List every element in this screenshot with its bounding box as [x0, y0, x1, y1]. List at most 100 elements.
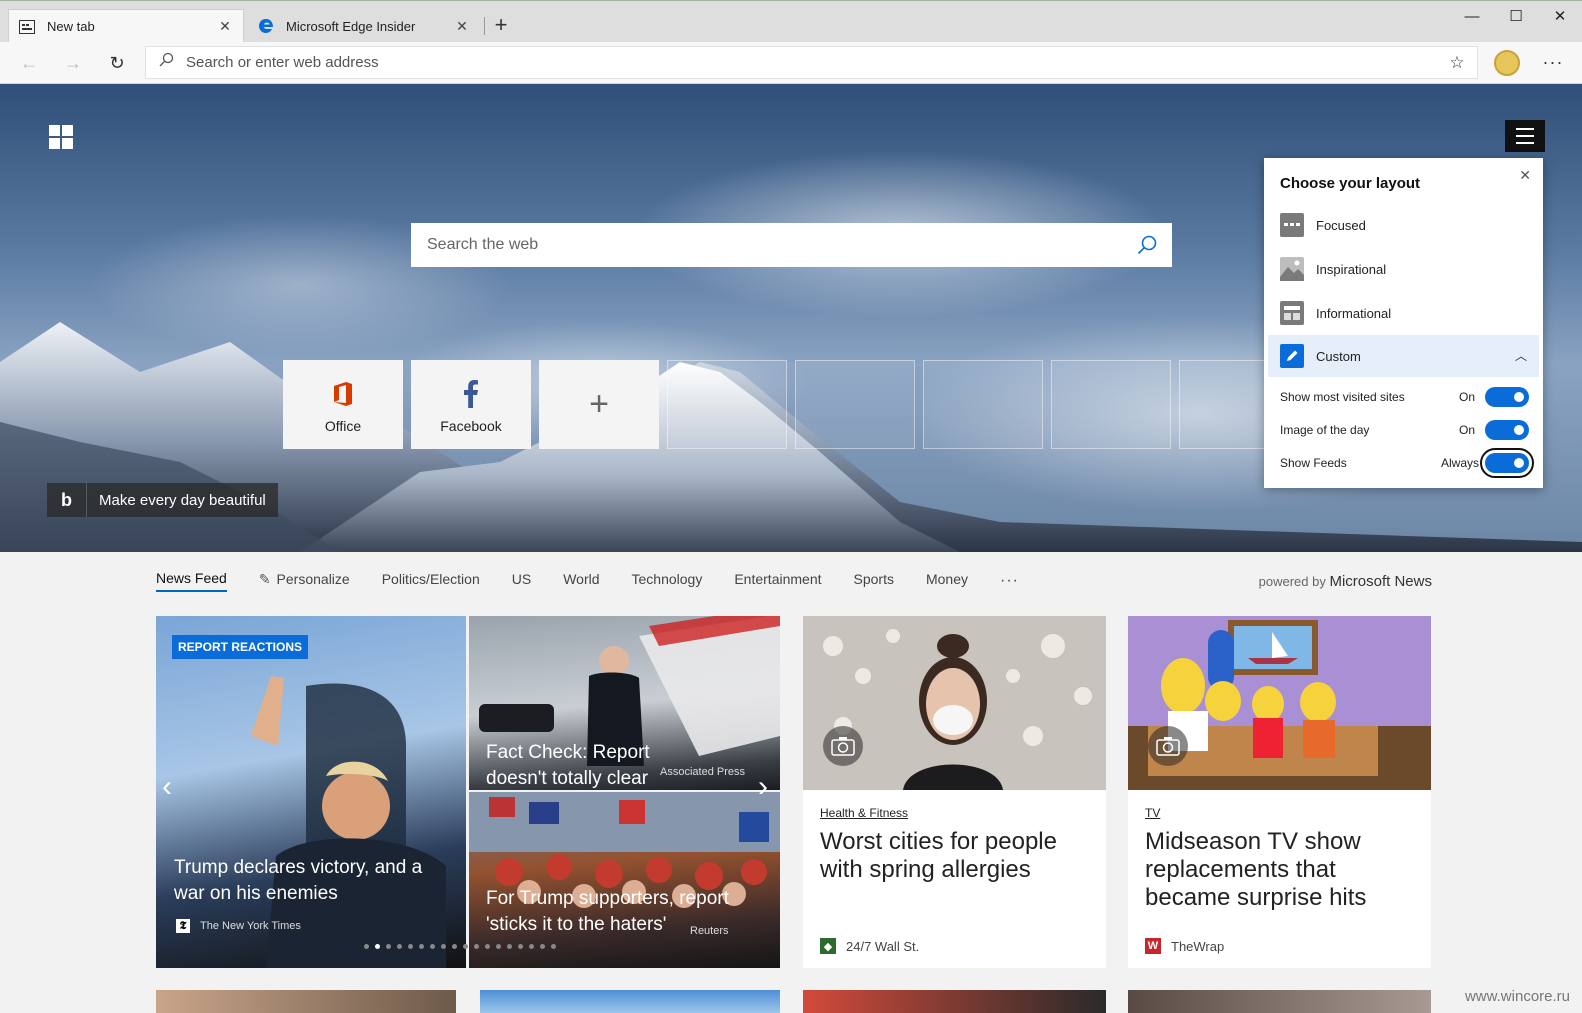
page-settings-menu-icon[interactable]: [1505, 120, 1545, 152]
layout-option-custom[interactable]: Custom ︿: [1268, 335, 1539, 377]
powered-by-text: powered by: [1258, 574, 1326, 589]
tab-separator: [484, 17, 485, 35]
carousel-prev-icon[interactable]: ‹: [162, 770, 172, 804]
card-source: ◆ 24/7 Wall St.: [820, 938, 919, 954]
carousel-dot[interactable]: [474, 944, 479, 949]
add-site-button[interactable]: +: [539, 360, 659, 449]
focused-layout-icon: [1280, 213, 1304, 237]
top-site-label: Office: [324, 417, 362, 434]
feed-navigation: News Feed ✎ Personalize Politics/Election…: [156, 566, 1432, 596]
new-tab-button[interactable]: +: [486, 11, 516, 41]
carousel-main-story[interactable]: [156, 616, 466, 968]
news-card[interactable]: TV Midseason TV show replacements that b…: [1128, 616, 1431, 968]
address-bar[interactable]: ☆: [145, 46, 1478, 79]
card-category[interactable]: Health & Fitness: [820, 806, 908, 820]
close-tab-icon[interactable]: ✕: [217, 18, 233, 35]
apps-grid-icon[interactable]: [49, 125, 73, 149]
carousel-dot[interactable]: [430, 944, 435, 949]
news-card-partial[interactable]: [803, 990, 1106, 1013]
chevron-up-icon[interactable]: ︿: [1515, 347, 1527, 364]
profile-avatar[interactable]: [1494, 50, 1520, 76]
toggle-label: Show most visited sites: [1280, 390, 1405, 404]
layout-option-informational[interactable]: Informational: [1268, 292, 1539, 334]
layout-option-focused[interactable]: Focused: [1268, 204, 1539, 246]
tab-new-tab[interactable]: New tab ✕: [8, 9, 244, 43]
carousel-dot[interactable]: [364, 944, 369, 949]
feed-tab-us[interactable]: US: [512, 571, 531, 591]
layout-settings-panel: Choose your layout ✕ Focused Inspiration…: [1264, 158, 1543, 488]
more-categories-icon[interactable]: ···: [1000, 572, 1019, 590]
report-reactions-badge: REPORT REACTIONS: [172, 635, 309, 659]
news-card-partial[interactable]: [480, 990, 780, 1013]
side-story-2-source: Reuters: [690, 925, 729, 937]
feed-tab-entertainment[interactable]: Entertainment: [734, 571, 821, 591]
empty-site-slot: [923, 360, 1043, 449]
main-story-title[interactable]: Trump declares victory, and a war on his…: [174, 855, 454, 907]
web-search-input[interactable]: [427, 236, 1122, 254]
carousel-dot[interactable]: [397, 944, 402, 949]
more-options-icon[interactable]: ···: [1538, 48, 1568, 78]
carousel-dot[interactable]: [529, 944, 534, 949]
card-title[interactable]: Worst cities for people with spring alle…: [820, 828, 1090, 884]
carousel-dot[interactable]: [441, 944, 446, 949]
favorite-star-icon[interactable]: ☆: [1437, 53, 1477, 73]
news-provider: Microsoft News: [1329, 573, 1432, 590]
web-search-box[interactable]: [411, 223, 1172, 267]
carousel-pagination: [364, 944, 556, 949]
carousel-dot[interactable]: [507, 944, 512, 949]
feed-tab-world[interactable]: World: [563, 571, 599, 591]
toggle-row-most-visited: Show most visited sites On: [1280, 385, 1529, 409]
carousel-dot[interactable]: [452, 944, 457, 949]
news-card-partial[interactable]: [156, 990, 456, 1013]
close-icon[interactable]: ✕: [1519, 167, 1531, 184]
show-feeds-toggle[interactable]: [1480, 448, 1534, 478]
feed-tab-personalize[interactable]: ✎ Personalize: [259, 571, 350, 592]
tab-edge-insider[interactable]: Microsoft Edge Insider ✕: [248, 9, 480, 43]
informational-layout-icon: [1280, 301, 1304, 325]
feed-tab-label: Personalize: [276, 570, 350, 587]
address-input[interactable]: [186, 54, 1437, 71]
layout-option-inspirational[interactable]: Inspirational: [1268, 248, 1539, 290]
watermark-text: www.wincore.ru: [1464, 988, 1570, 1005]
refresh-icon[interactable]: ↻: [102, 48, 132, 78]
top-site-facebook[interactable]: Facebook: [411, 360, 531, 449]
carousel-next-icon[interactable]: ›: [758, 770, 768, 804]
carousel-dot[interactable]: [485, 944, 490, 949]
most-visited-toggle[interactable]: [1485, 387, 1529, 407]
maximize-icon[interactable]: ☐: [1494, 3, 1538, 33]
card-category[interactable]: TV: [1145, 806, 1160, 820]
carousel-dot[interactable]: [518, 944, 523, 949]
card-title[interactable]: Midseason TV show replacements that beca…: [1145, 828, 1415, 912]
source-name: 24/7 Wall St.: [846, 938, 920, 954]
carousel-dot[interactable]: [408, 944, 413, 949]
pencil-icon: [1280, 344, 1304, 368]
feed-tab-news-feed[interactable]: News Feed: [156, 570, 227, 592]
search-icon[interactable]: [1122, 223, 1172, 267]
image-of-day-toggle[interactable]: [1485, 420, 1529, 440]
carousel-dot[interactable]: [386, 944, 391, 949]
feed-tab-technology[interactable]: Technology: [632, 571, 703, 591]
carousel-dot[interactable]: [463, 944, 468, 949]
carousel-dot[interactable]: [540, 944, 545, 949]
news-card-partial[interactable]: [1128, 990, 1431, 1013]
search-icon: [146, 52, 186, 73]
minimize-icon[interactable]: ―: [1450, 3, 1494, 33]
back-arrow-icon[interactable]: ←: [14, 48, 44, 78]
news-card[interactable]: Health & Fitness Worst cities for people…: [803, 616, 1106, 968]
feed-tab-politics[interactable]: Politics/Election: [382, 571, 480, 591]
feed-tab-sports[interactable]: Sports: [854, 571, 894, 591]
empty-site-slot: [1051, 360, 1171, 449]
forward-arrow-icon[interactable]: →: [58, 48, 88, 78]
plus-icon: +: [589, 385, 609, 423]
feed-tab-money[interactable]: Money: [926, 571, 968, 591]
carousel-dot[interactable]: [551, 944, 556, 949]
main-story-source: 𝕿 The New York Times: [176, 919, 301, 933]
bing-image-caption[interactable]: b Make every day beautiful: [47, 483, 278, 517]
carousel-dot[interactable]: [375, 944, 380, 949]
carousel-side-story-2[interactable]: [469, 792, 780, 968]
close-window-icon[interactable]: ✕: [1538, 3, 1582, 33]
close-tab-icon[interactable]: ✕: [454, 18, 470, 35]
carousel-dot[interactable]: [496, 944, 501, 949]
carousel-dot[interactable]: [419, 944, 424, 949]
top-site-office[interactable]: Office: [283, 360, 403, 449]
